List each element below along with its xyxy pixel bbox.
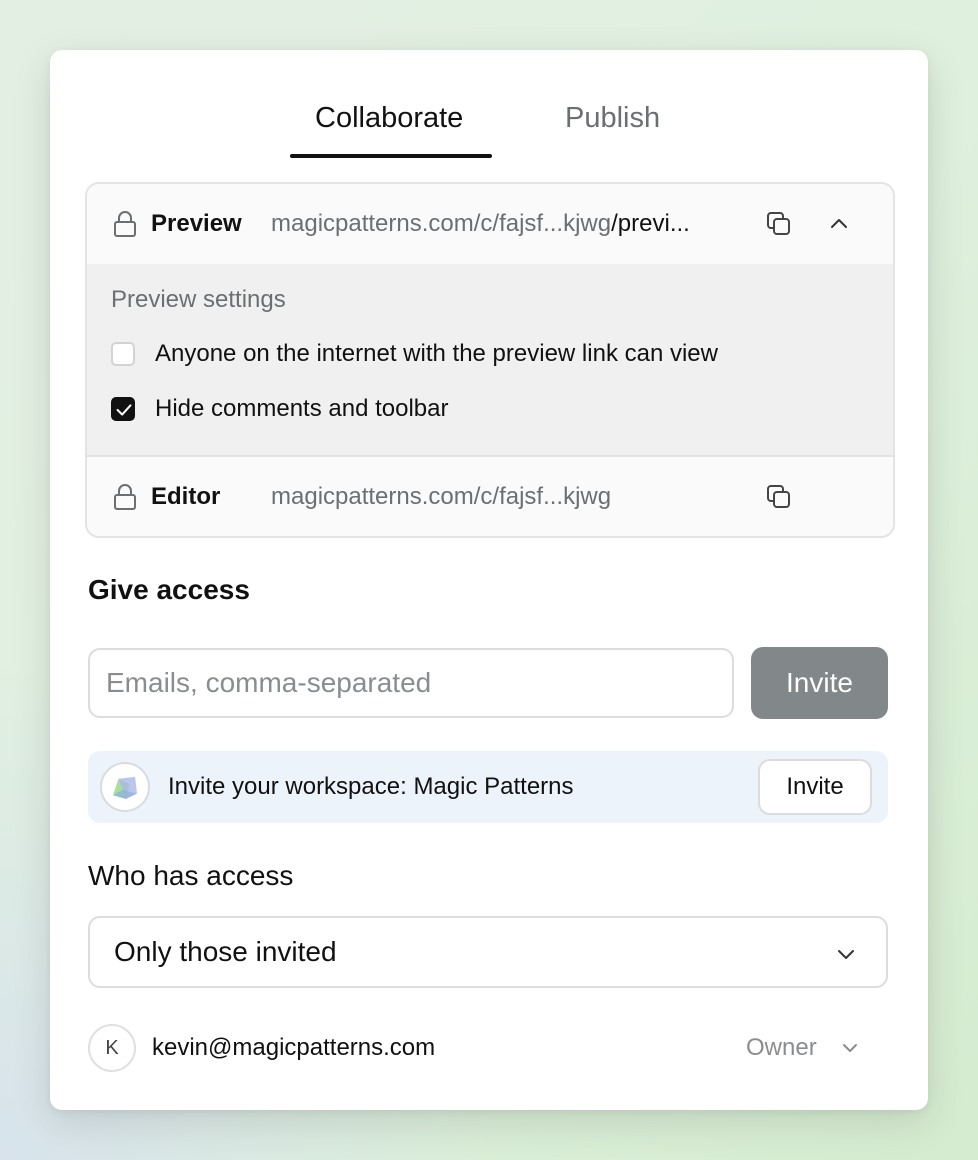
invite-button[interactable]: Invite <box>751 647 888 719</box>
preview-url-path: /previ... <box>611 210 690 237</box>
give-access-heading: Give access <box>88 574 250 605</box>
preview-label: Preview <box>151 210 242 237</box>
who-has-access-heading: Who has access <box>88 860 294 891</box>
lock-icon <box>114 484 136 510</box>
copy-icon[interactable] <box>765 483 793 511</box>
public-view-checkbox[interactable] <box>111 342 135 366</box>
active-tab-indicator <box>290 154 492 158</box>
editor-url[interactable]: magicpatterns.com/c/fajsf...kjwg <box>271 483 611 511</box>
tab-bar: Collaborate Publish <box>50 50 928 160</box>
hide-comments-checkbox[interactable] <box>111 397 135 421</box>
access-level-select[interactable]: Only those invited <box>88 916 888 988</box>
tab-publish[interactable]: Publish <box>565 102 660 135</box>
chevron-up-icon[interactable] <box>827 212 851 236</box>
member-role-select[interactable]: Owner <box>746 1034 817 1062</box>
member-row: K kevin@magicpatterns.com Owner <box>88 1022 888 1074</box>
workspace-invite-text: Invite your workspace: Magic Patterns <box>168 773 574 800</box>
workspace-logo-icon <box>100 762 150 812</box>
copy-icon[interactable] <box>765 210 793 238</box>
workspace-invite-banner: Invite your workspace: Magic Patterns In… <box>88 751 888 823</box>
preview-url-base: magicpatterns.com/c/fajsf...kjwg <box>271 210 612 237</box>
preview-url[interactable]: magicpatterns.com/c/fajsf...kjwg/previ..… <box>271 210 690 238</box>
chevron-down-icon[interactable] <box>840 1038 860 1058</box>
tab-collaborate[interactable]: Collaborate <box>315 102 463 135</box>
option-hide-comments[interactable]: Hide comments and toolbar <box>111 395 448 423</box>
editor-label: Editor <box>151 483 221 510</box>
option-public-view[interactable]: Anyone on the internet with the preview … <box>111 340 718 368</box>
workspace-invite-button[interactable]: Invite <box>758 759 872 815</box>
lock-icon <box>114 211 136 237</box>
editor-link-row: Editor magicpatterns.com/c/fajsf...kjwg <box>87 455 893 536</box>
share-dialog: Collaborate Publish Preview magicpattern… <box>50 50 928 1110</box>
emails-input[interactable] <box>88 648 734 718</box>
member-email: kevin@magicpatterns.com <box>152 1034 436 1061</box>
public-view-label: Anyone on the internet with the preview … <box>155 340 718 367</box>
preview-settings: Preview settings Anyone on the internet … <box>87 264 893 455</box>
check-icon <box>116 404 132 416</box>
avatar: K <box>88 1024 136 1072</box>
chevron-down-icon <box>838 950 854 959</box>
access-level-value: Only those invited <box>114 936 337 967</box>
preview-link-row: Preview magicpatterns.com/c/fajsf...kjwg… <box>87 184 893 264</box>
links-panel: Preview magicpatterns.com/c/fajsf...kjwg… <box>85 182 895 538</box>
hide-comments-label: Hide comments and toolbar <box>155 395 449 422</box>
preview-settings-title: Preview settings <box>111 286 286 313</box>
